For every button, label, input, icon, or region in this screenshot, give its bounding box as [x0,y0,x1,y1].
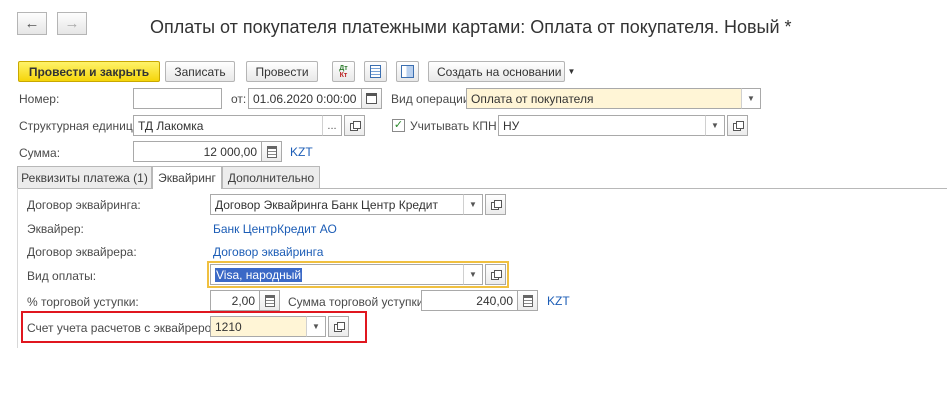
sum-calculator-button[interactable] [261,141,282,162]
tab-acquiring[interactable]: Эквайринг [152,166,222,189]
payment-type-open-button[interactable] [485,264,506,285]
number-input[interactable] [133,88,222,109]
acquirer-label: Эквайрер: [27,222,84,236]
open-icon [490,200,502,210]
open-icon [333,322,345,332]
hierarchy-icon [401,65,414,78]
dt-kt-report-button[interactable]: Дт Кт [332,61,355,82]
discount-sum-input[interactable]: 240,00 [421,290,518,311]
acquirer-contract-link[interactable]: Договор эквайринга [213,245,323,259]
create-based-on-label: Создать на основании [437,64,562,79]
unit-label: Структурная единица: [19,119,143,133]
date-input[interactable]: 01.06.2020 0:00:00 [248,88,362,109]
post-and-close-button[interactable]: Провести и закрыть [18,61,160,82]
calendar-icon [366,93,377,104]
discount-percent-label: % торговой уступки: [27,295,139,309]
back-button[interactable]: ← [17,12,47,35]
payment-type-value: Visa, народный [215,267,303,282]
ellipsis-icon: ... [327,119,337,132]
acquiring-contract-dropdown-button[interactable]: ▼ [463,194,483,215]
chevron-down-icon: ▼ [469,200,477,209]
unit-input[interactable]: ТД Лакомка [133,115,323,136]
open-icon [349,121,361,131]
calendar-button[interactable] [361,88,382,109]
tab-additional[interactable]: Дополнительно [222,166,320,188]
discount-sum-label: Сумма торговой уступки: [288,295,427,309]
open-icon [490,270,502,280]
tab-payment-details[interactable]: Реквизиты платежа (1) [17,166,152,188]
unit-select-button[interactable]: ... [322,115,342,136]
discount-sum-calculator-button[interactable] [517,290,538,311]
chevron-down-icon: ▼ [711,121,719,130]
acquirer-link[interactable]: Банк ЦентрКредит АО [213,222,337,236]
acquirer-account-dropdown-button[interactable]: ▼ [306,316,326,337]
sum-label: Сумма: [19,146,61,160]
create-based-on-button[interactable]: Создать на основании ▼ [428,61,575,82]
document-list-button[interactable] [364,61,387,82]
operation-select[interactable]: Оплата от покупателя [466,88,742,109]
post-button[interactable]: Провести [246,61,318,82]
tab-panel-border [17,188,18,348]
calculator-icon [266,145,277,158]
document-icon [370,65,381,78]
arrow-left-icon: ← [24,15,40,32]
payment-type-label: Вид оплаты: [27,269,97,283]
kpn-label: Учитывать КПН [410,119,497,133]
dt-kt-icon: Дт Кт [339,64,348,79]
chevron-down-icon: ▼ [312,322,320,331]
payment-type-select[interactable]: Visa, народный [210,264,464,285]
acquirer-contract-label: Договор эквайрера: [27,245,137,259]
discount-currency-link[interactable]: KZT [547,294,570,308]
sum-input[interactable]: 12 000,00 [133,141,262,162]
date-label: от: [231,92,247,106]
arrow-right-icon: → [64,15,80,32]
forward-button[interactable]: → [57,12,87,35]
discount-percent-input[interactable]: 2,00 [210,290,260,311]
chevron-down-icon: ▼ [469,270,477,279]
acquirer-account-label: Счет учета расчетов с эквайрером: [27,321,223,335]
operation-label: Вид операции: [391,92,473,106]
chevron-down-icon: ▼ [567,67,576,76]
acquiring-contract-select[interactable]: Договор Эквайринга Банк Центр Кредит [210,194,464,215]
page-title: Оплаты от покупателя платежными картами:… [150,17,792,37]
save-button[interactable]: Записать [165,61,235,82]
number-label: Номер: [19,92,60,106]
kpn-select[interactable]: НУ [498,115,706,136]
currency-link[interactable]: KZT [290,145,313,159]
operation-dropdown-button[interactable]: ▼ [741,88,761,109]
acquiring-contract-open-button[interactable] [485,194,506,215]
payment-type-dropdown-button[interactable]: ▼ [463,264,483,285]
acquirer-account-open-button[interactable] [328,316,349,337]
kpn-checkbox[interactable]: ✓ [392,119,405,132]
open-icon [732,121,744,131]
kpn-open-button[interactable] [727,115,748,136]
discount-percent-calculator-button[interactable] [259,290,280,311]
acquiring-contract-label: Договор эквайринга: [27,198,141,212]
chevron-down-icon: ▼ [747,94,755,103]
unit-open-button[interactable] [344,115,365,136]
calculator-icon [522,294,533,307]
checkmark-icon: ✓ [393,119,404,131]
structure-button[interactable] [396,61,419,82]
calculator-icon [264,294,275,307]
acquirer-account-select[interactable]: 1210 [210,316,307,337]
kpn-dropdown-button[interactable]: ▼ [705,115,725,136]
